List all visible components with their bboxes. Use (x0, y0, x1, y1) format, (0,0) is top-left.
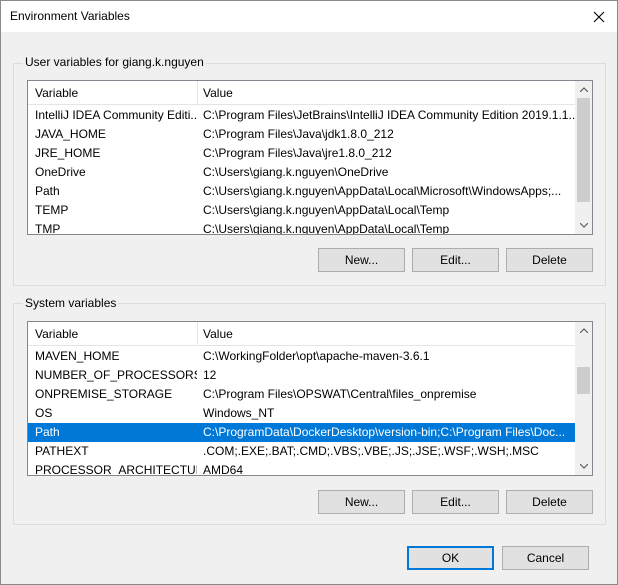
title-bar: Environment Variables (1, 1, 617, 32)
table-row[interactable]: MAVEN_HOME C:\WorkingFolder\opt\apache-ma… (28, 347, 575, 366)
table-row[interactable]: PATHEXT .COM;.EXE;.BAT;.CMD;.VBS;.VBE;.JS… (28, 442, 575, 461)
variable-value-cell: AMD64 (203, 463, 244, 476)
cancel-button[interactable]: Cancel (502, 546, 589, 570)
variable-value-cell: C:\Program Files\Java\jdk1.8.0_212 (203, 127, 394, 141)
variable-value-cell: .COM;.EXE;.BAT;.CMD;.VBS;.VBE;.JS;.JSE;.… (203, 444, 539, 458)
variable-name-cell: OneDrive (35, 165, 86, 179)
column-header-value[interactable]: Value (197, 81, 575, 105)
system-edit-button[interactable]: Edit... (412, 490, 499, 514)
user-delete-button[interactable]: Delete (506, 248, 593, 272)
user-list-header: Variable Value (28, 81, 575, 105)
scroll-thumb[interactable] (577, 367, 590, 394)
table-row[interactable]: OneDrive C:\Users\giang.k.nguyen\OneDrive (28, 163, 575, 182)
table-row[interactable]: Path C:\Users\giang.k.nguyen\AppData\Loca… (28, 182, 575, 201)
close-icon (593, 11, 605, 22)
variable-name-cell: TEMP (35, 203, 69, 217)
variable-name-cell: TMP (35, 222, 61, 235)
user-new-button[interactable]: New... (318, 248, 405, 272)
table-row[interactable]: ONPREMISE_STORAGE C:\Program Files\OPSWAT… (28, 385, 575, 404)
variable-value-cell: 12 (203, 368, 217, 382)
chevron-up-icon (579, 328, 588, 333)
table-row[interactable]: NUMBER_OF_PROCESSORS 12 (28, 366, 575, 385)
user-list-scrollbar[interactable] (575, 81, 592, 234)
variable-name-cell: IntelliJ IDEA Community Editi... (35, 108, 197, 122)
user-edit-button[interactable]: Edit... (412, 248, 499, 272)
scroll-down-button[interactable] (575, 458, 592, 475)
user-variables-label: User variables for giang.k.nguyen (23, 55, 206, 69)
table-row[interactable]: IntelliJ IDEA Community Editi... C:\Progr… (28, 106, 575, 125)
variable-value-cell: C:\Users\giang.k.nguyen\AppData\Local\Te… (203, 203, 450, 217)
variable-name-cell: NUMBER_OF_PROCESSORS (35, 368, 197, 382)
variable-name-cell: OS (35, 406, 53, 420)
column-header-value[interactable]: Value (197, 322, 575, 346)
scroll-up-button[interactable] (575, 322, 592, 339)
system-list-header: Variable Value (28, 322, 575, 346)
variable-value-cell: C:\Program Files\Java\jre1.8.0_212 (203, 146, 392, 160)
system-delete-button[interactable]: Delete (506, 490, 593, 514)
column-header-variable[interactable]: Variable (29, 81, 197, 105)
system-variables-label: System variables (23, 296, 119, 310)
table-row[interactable]: Path C:\ProgramData\DockerDesktop\version… (28, 423, 575, 442)
variable-value-cell: C:\WorkingFolder\opt\apache-maven-3.6.1 (203, 349, 430, 363)
table-row[interactable]: JRE_HOME C:\Program Files\Java\jre1.8.0_2… (28, 144, 575, 163)
variable-name-cell: ONPREMISE_STORAGE (35, 387, 173, 401)
variable-name-cell: Path (35, 184, 60, 198)
chevron-down-icon (579, 223, 588, 228)
system-list-scrollbar[interactable] (575, 322, 592, 475)
window-title: Environment Variables (10, 9, 130, 23)
table-row[interactable]: TMP C:\Users\giang.k.nguyen\AppData\Local… (28, 220, 575, 235)
table-row[interactable]: OS Windows_NT (28, 404, 575, 423)
system-variables-list[interactable]: Variable Value MAVEN_HOME C:\WorkingFolde… (27, 321, 593, 476)
variable-name-cell: JAVA_HOME (35, 127, 106, 141)
user-variables-list[interactable]: Variable Value IntelliJ IDEA Community E… (27, 80, 593, 235)
table-row[interactable]: TEMP C:\Users\giang.k.nguyen\AppData\Loca… (28, 201, 575, 220)
column-header-variable[interactable]: Variable (29, 322, 197, 346)
variable-value-cell: C:\Users\giang.k.nguyen\AppData\Local\Mi… (203, 184, 562, 198)
variable-value-cell: C:\Program Files\JetBrains\IntelliJ IDEA… (203, 108, 575, 122)
system-new-button[interactable]: New... (318, 490, 405, 514)
variable-value-cell: C:\ProgramData\DockerDesktop\version-bin… (203, 425, 566, 439)
variable-name-cell: JRE_HOME (35, 146, 101, 160)
variable-value-cell: Windows_NT (203, 406, 275, 420)
ok-button[interactable]: OK (407, 546, 494, 570)
environment-variables-dialog: Environment Variables User variables for… (0, 0, 618, 585)
variable-name-cell: Path (35, 425, 60, 439)
scroll-thumb[interactable] (577, 98, 590, 202)
close-button[interactable] (581, 1, 617, 32)
variable-name-cell: PATHEXT (35, 444, 89, 458)
chevron-up-icon (579, 87, 588, 92)
variable-value-cell: C:\Users\giang.k.nguyen\AppData\Local\Te… (203, 222, 450, 235)
table-row[interactable]: PROCESSOR_ARCHITECTURE AMD64 (28, 461, 575, 476)
chevron-down-icon (579, 464, 588, 469)
scroll-down-button[interactable] (575, 217, 592, 234)
variable-value-cell: C:\Program Files\OPSWAT\Central\files_on… (203, 387, 477, 401)
scroll-up-button[interactable] (575, 81, 592, 98)
variable-name-cell: MAVEN_HOME (35, 349, 120, 363)
table-row[interactable]: JAVA_HOME C:\Program Files\Java\jdk1.8.0_… (28, 125, 575, 144)
variable-name-cell: PROCESSOR_ARCHITECTURE (35, 463, 197, 476)
variable-value-cell: C:\Users\giang.k.nguyen\OneDrive (203, 165, 389, 179)
